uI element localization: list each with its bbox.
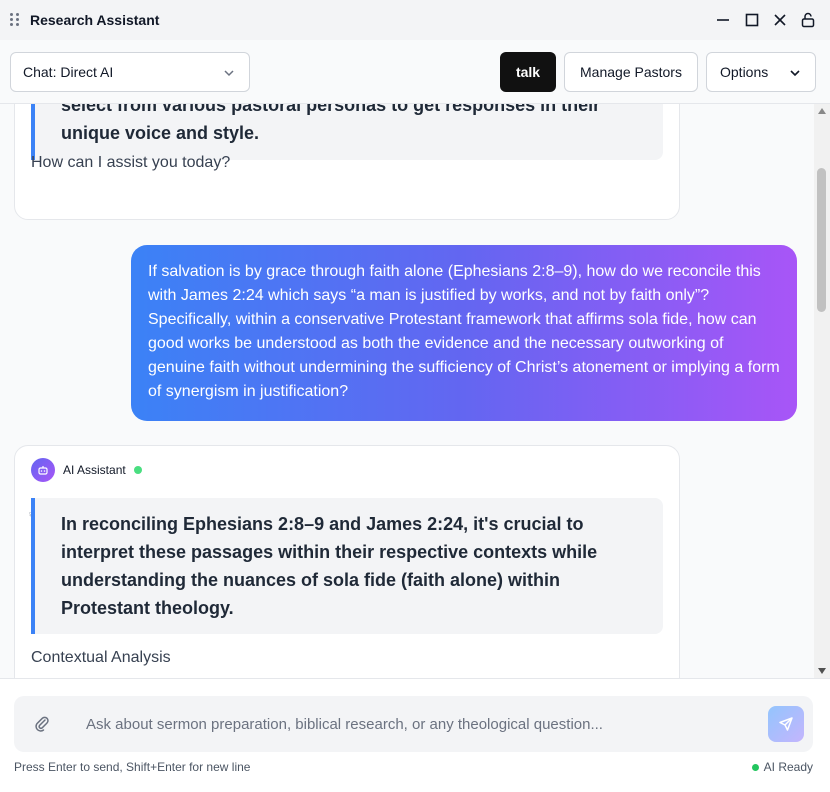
chat-mode-label: Chat: Direct AI: [23, 64, 114, 80]
manage-pastors-button[interactable]: Manage Pastors: [564, 52, 698, 92]
scroll-thumb[interactable]: [817, 168, 826, 312]
section-heading: Contextual Analysis: [31, 649, 171, 666]
sender-name: AI Assistant: [63, 463, 126, 477]
ai-message: select from various pastoral personas to…: [14, 104, 680, 220]
user-message: If salvation is by grace through faith a…: [131, 245, 797, 421]
drag-handle-icon[interactable]: [10, 13, 20, 27]
talk-button[interactable]: talk: [500, 52, 556, 92]
message-list[interactable]: select from various pastoral personas to…: [0, 104, 814, 678]
title-bar: Research Assistant: [0, 0, 830, 40]
options-label: Options: [720, 64, 769, 80]
options-button[interactable]: Options: [706, 52, 816, 92]
input-hint: Press Enter to send, Shift+Enter for new…: [14, 760, 251, 774]
chevron-down-icon: [790, 70, 800, 77]
status-dot: [751, 763, 759, 771]
user-message-text: If salvation is by grace through faith a…: [148, 263, 780, 400]
composer: Press Enter to send, Shift+Enter for new…: [0, 678, 830, 792]
ai-status: AI Ready: [751, 760, 813, 774]
online-status-dot: [133, 466, 142, 474]
close-button[interactable]: [771, 11, 789, 29]
message-quote: select from various pastoral personas to…: [31, 104, 663, 160]
message-quote: In reconciling Ephesians 2:8–9 and James…: [31, 498, 663, 634]
minimize-button[interactable]: [714, 11, 732, 29]
ai-message-header: AI Assistant: [31, 458, 142, 482]
message-input-box: [14, 696, 813, 752]
message-text: How can I assist you today?: [31, 154, 231, 171]
chevron-down-icon: [224, 70, 234, 77]
lock-icon: [801, 12, 815, 28]
minimize-icon: [717, 19, 729, 21]
ai-message: AI Assistant ♀ In reconciling Ephesians …: [14, 445, 680, 678]
maximize-icon: [745, 13, 759, 27]
scroll-up-icon[interactable]: [818, 108, 826, 114]
lock-button[interactable]: [799, 11, 817, 29]
quote-text: In reconciling Ephesians 2:8–9 and James…: [61, 514, 598, 618]
close-icon: [774, 14, 786, 26]
scroll-down-icon[interactable]: [818, 668, 826, 674]
status-text: AI Ready: [763, 760, 813, 774]
quote-text: select from various pastoral personas to…: [61, 104, 601, 143]
paperclip-icon: [35, 716, 49, 732]
chat-mode-select[interactable]: Chat: Direct AI: [10, 52, 250, 92]
app-title: Research Assistant: [30, 12, 160, 28]
send-button[interactable]: [768, 706, 804, 742]
message-input[interactable]: [86, 712, 756, 736]
attach-button[interactable]: [34, 715, 50, 738]
toolbar: Chat: Direct AI talk Manage Pastors Opti…: [0, 40, 830, 104]
bot-avatar-icon: [31, 458, 55, 482]
send-icon: [779, 717, 793, 731]
maximize-button[interactable]: [743, 11, 761, 29]
scrollbar[interactable]: [814, 104, 830, 678]
